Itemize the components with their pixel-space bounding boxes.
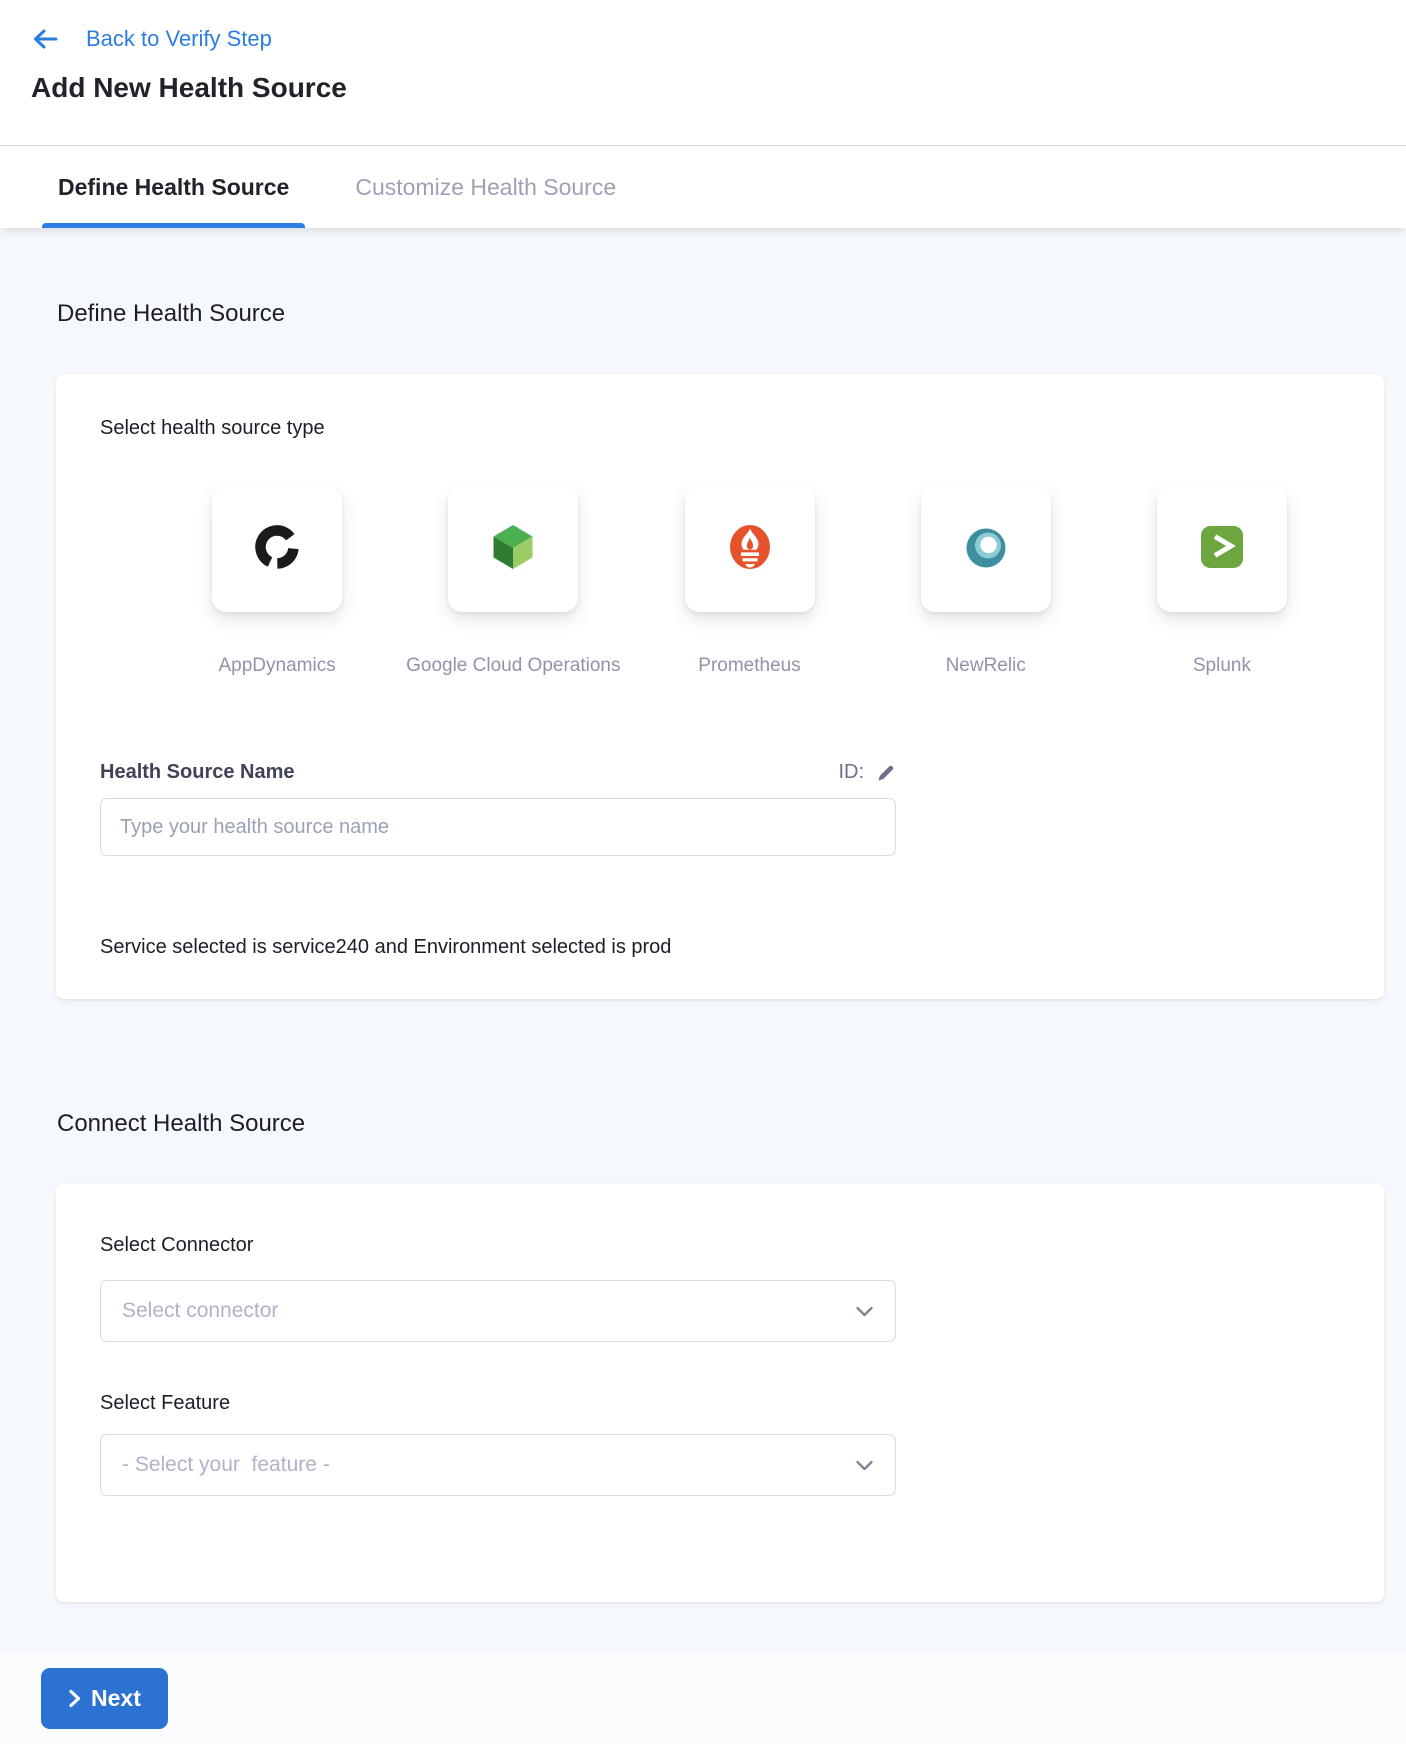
health-source-option-newrelic: NewRelic <box>868 486 1104 677</box>
health-source-tile-google-cloud-operations[interactable] <box>448 486 578 612</box>
google-cloud-operations-icon <box>485 519 541 580</box>
id-label: ID: <box>838 761 864 784</box>
health-source-option-prometheus: Prometheus <box>631 486 867 677</box>
health-source-tile-splunk[interactable] <box>1157 486 1287 612</box>
service-environment-note: Service selected is service240 and Envir… <box>100 936 1340 959</box>
health-source-tile-newrelic[interactable] <box>921 486 1051 612</box>
tab-define-health-source[interactable]: Define Health Source <box>42 146 305 228</box>
health-source-label: Splunk <box>1193 655 1251 677</box>
chevron-right-icon <box>68 1689 81 1708</box>
health-source-label: Prometheus <box>698 655 800 677</box>
feature-select[interactable]: - Select your feature - <box>100 1434 896 1496</box>
appdynamics-icon <box>249 519 305 580</box>
pencil-icon <box>876 763 896 783</box>
health-source-label: NewRelic <box>946 655 1026 677</box>
define-health-source-card: Select health source type AppDynamics Go… <box>56 374 1384 999</box>
select-connector-label: Select Connector <box>100 1234 253 1256</box>
tab-label: Define Health Source <box>58 174 289 201</box>
back-link[interactable]: Back to Verify Step <box>86 26 272 52</box>
health-source-option-google-cloud-operations: Google Cloud Operations <box>395 486 631 677</box>
health-source-name-input[interactable] <box>100 798 896 856</box>
next-button[interactable]: Next <box>41 1668 168 1729</box>
edit-id-button[interactable] <box>876 763 896 783</box>
health-source-label: AppDynamics <box>218 655 335 677</box>
tab-bar: Define Health Source Customize Health So… <box>0 146 1406 228</box>
health-source-tile-appdynamics[interactable] <box>212 486 342 612</box>
connect-health-source-card: Select Connector Select connector Select… <box>56 1184 1384 1602</box>
newrelic-icon <box>958 519 1014 580</box>
health-source-label: Google Cloud Operations <box>406 655 620 677</box>
connector-select-placeholder: Select connector <box>122 1299 278 1323</box>
health-source-name-label: Health Source Name <box>100 761 295 784</box>
define-section-heading: Define Health Source <box>57 300 1406 328</box>
back-arrow-icon[interactable] <box>31 27 60 51</box>
tab-customize-health-source[interactable]: Customize Health Source <box>339 146 632 228</box>
health-source-tile-prometheus[interactable] <box>685 486 815 612</box>
feature-select-placeholder: - Select your feature - <box>122 1453 330 1477</box>
chevron-down-icon <box>855 1305 874 1318</box>
connector-select[interactable]: Select connector <box>100 1280 896 1342</box>
id-group: ID: <box>838 761 896 784</box>
next-button-label: Next <box>91 1685 141 1712</box>
connect-section-heading: Connect Health Source <box>57 1110 1406 1138</box>
back-to-verify-step[interactable]: Back to Verify Step <box>31 24 1406 54</box>
page-title: Add New Health Source <box>31 72 1406 104</box>
chevron-down-icon <box>855 1459 874 1472</box>
health-source-name-row: Health Source Name ID: <box>100 761 896 784</box>
main-content: Define Health Source Select health sourc… <box>0 228 1406 1652</box>
page-header: Back to Verify Step Add New Health Sourc… <box>0 0 1406 146</box>
health-source-type-row: AppDynamics Google Cloud Operations Prom… <box>159 486 1340 677</box>
splunk-icon <box>1194 519 1250 580</box>
health-source-option-appdynamics: AppDynamics <box>159 486 395 677</box>
select-source-type-label: Select health source type <box>100 417 1340 440</box>
health-source-option-splunk: Splunk <box>1104 486 1340 677</box>
select-feature-label: Select Feature <box>100 1392 1340 1415</box>
footer-bar: Next <box>0 1652 1406 1744</box>
prometheus-icon <box>721 518 779 581</box>
tab-label: Customize Health Source <box>355 174 616 201</box>
